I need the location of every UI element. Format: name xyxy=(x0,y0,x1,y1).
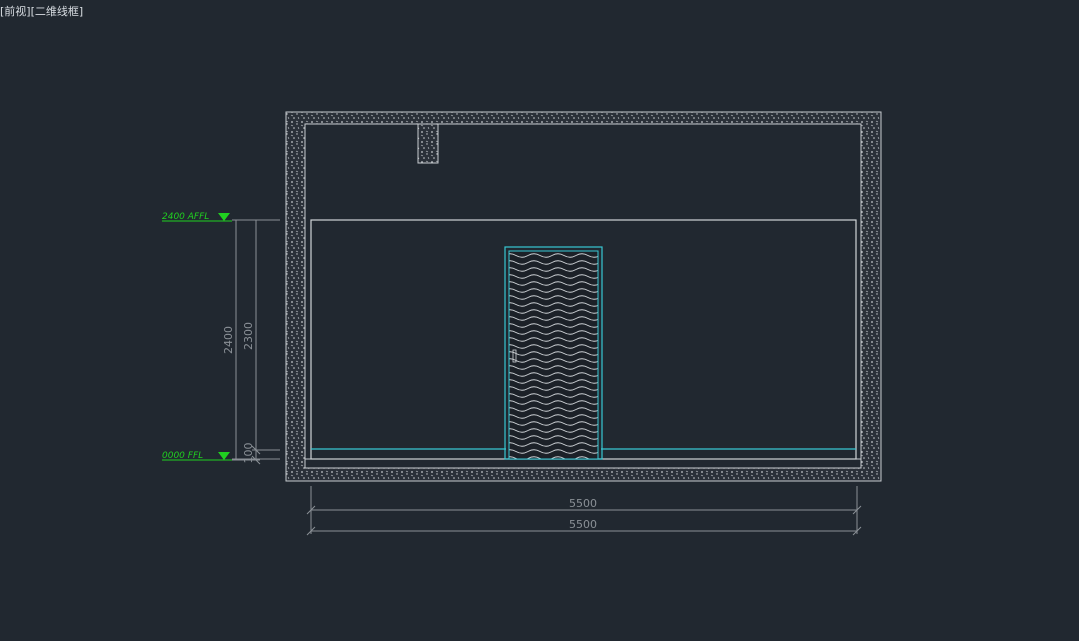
beam-section xyxy=(417,123,439,164)
vertical-dimensions xyxy=(232,219,280,465)
level-marker-top: 2400 AFFL xyxy=(162,212,280,222)
dim-height-base: 100 xyxy=(242,443,255,464)
door xyxy=(504,246,603,460)
dim-width-outer: 5500 xyxy=(569,518,597,531)
level-marker-bottom: 0000 FFL xyxy=(162,451,280,461)
drawing-canvas[interactable]: 2400 AFFL 0000 FFL 2400 2300 100 5500 55… xyxy=(0,0,1079,641)
dim-width-inner: 5500 xyxy=(569,497,597,510)
dim-height-inner: 2300 xyxy=(242,322,255,350)
dim-height-total: 2400 xyxy=(222,326,235,354)
